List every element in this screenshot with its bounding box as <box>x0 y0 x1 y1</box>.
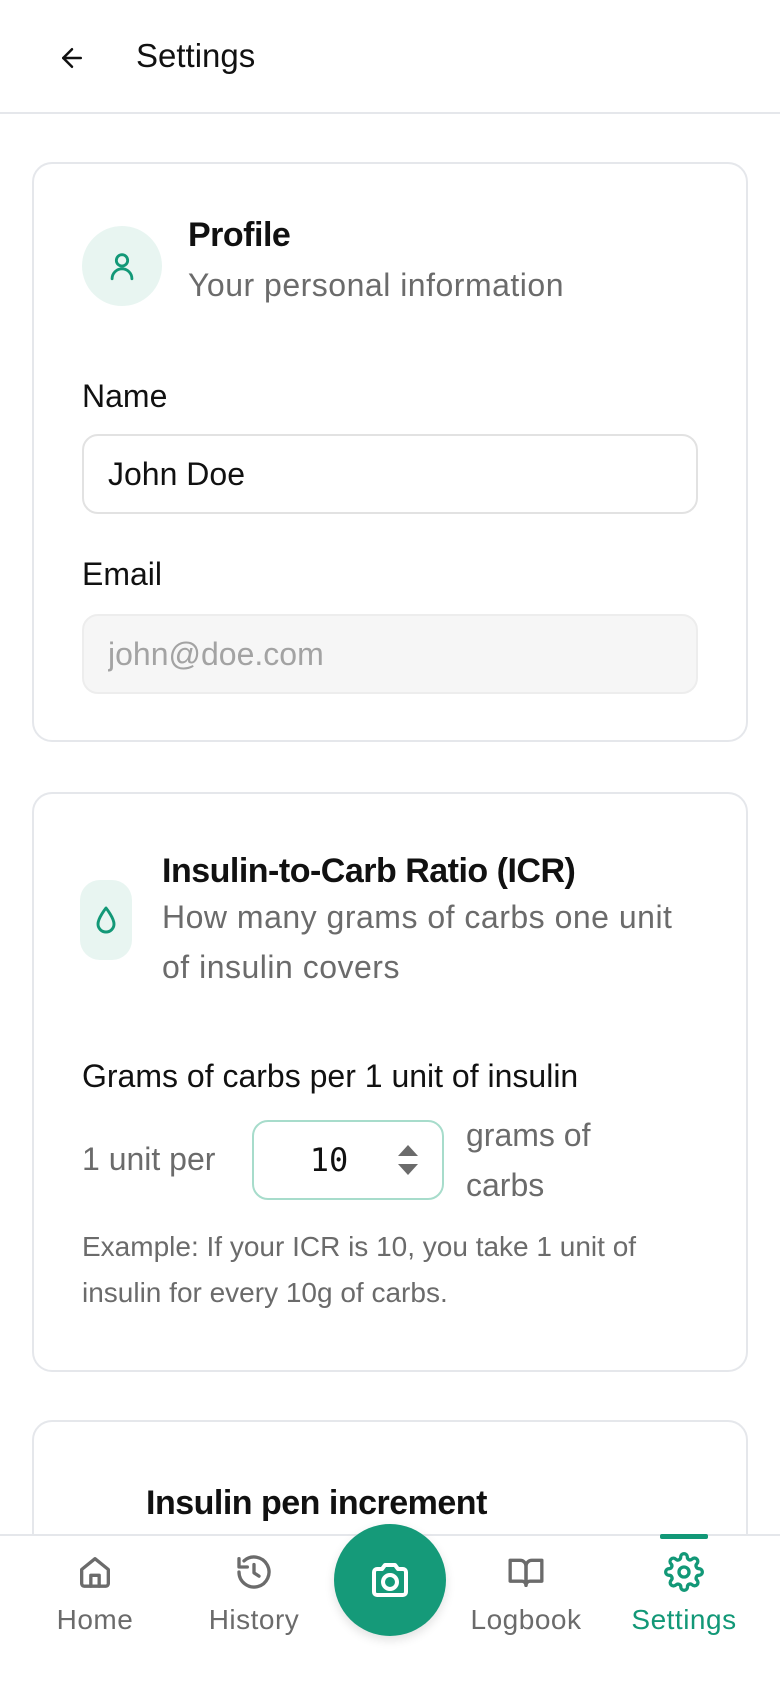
bottom-nav: Home History Logbook Settings <box>0 1524 780 1688</box>
user-icon <box>82 226 162 306</box>
pen-increment-card: Insulin pen increment <box>32 1420 748 1534</box>
icr-card: Insulin-to-Carb Ratio (ICR) How many gra… <box>32 792 748 1372</box>
nav-home-label: Home <box>56 1604 134 1635</box>
arrow-left-icon <box>62 48 82 68</box>
icr-title: Insulin-to-Carb Ratio (ICR) <box>162 852 576 890</box>
icr-field-label: Grams of carbs per 1 unit of insulin <box>82 1058 579 1094</box>
page-title: Settings <box>136 37 256 74</box>
history-icon <box>232 1550 276 1594</box>
camera-icon <box>372 1563 408 1597</box>
profile-title: Profile <box>188 216 291 254</box>
nav-home[interactable]: Home <box>40 1536 150 1688</box>
back-button[interactable] <box>48 34 96 82</box>
spinner-arrows-icon[interactable] <box>396 1142 420 1178</box>
name-label: Name <box>82 378 168 414</box>
book-icon <box>504 1550 548 1594</box>
nav-history-label: History <box>208 1604 300 1635</box>
nav-settings-label: Settings <box>631 1604 737 1635</box>
name-input[interactable] <box>82 434 698 514</box>
gear-icon <box>662 1550 706 1594</box>
home-icon <box>73 1550 117 1594</box>
email-input <box>82 614 698 694</box>
settings-content[interactable]: Profile Your personal information Name E… <box>0 114 780 1534</box>
pen-title: Insulin pen increment <box>146 1484 487 1522</box>
icr-suffix-text: grams of carbs <box>466 1117 591 1203</box>
nav-logbook-label: Logbook <box>470 1604 582 1635</box>
camera-button[interactable] <box>334 1524 446 1636</box>
nav-logbook[interactable]: Logbook <box>462 1536 590 1688</box>
email-label: Email <box>82 556 163 592</box>
nav-settings[interactable]: Settings <box>622 1536 746 1688</box>
icr-subtitle: How many grams of carbs one unit of insu… <box>162 899 673 985</box>
profile-card: Profile Your personal information Name E… <box>32 162 748 742</box>
icr-example-text: Example: If your ICR is 10, you take 1 u… <box>82 1231 637 1308</box>
nav-history[interactable]: History <box>198 1536 310 1688</box>
profile-subtitle: Your personal information <box>188 267 564 303</box>
icr-value[interactable]: 10 <box>254 1122 404 1198</box>
icr-prefix-text: 1 unit per <box>82 1141 216 1177</box>
app-header: Settings <box>0 0 780 114</box>
icr-number-input[interactable]: 10 <box>252 1120 444 1200</box>
droplet-icon <box>80 880 132 960</box>
